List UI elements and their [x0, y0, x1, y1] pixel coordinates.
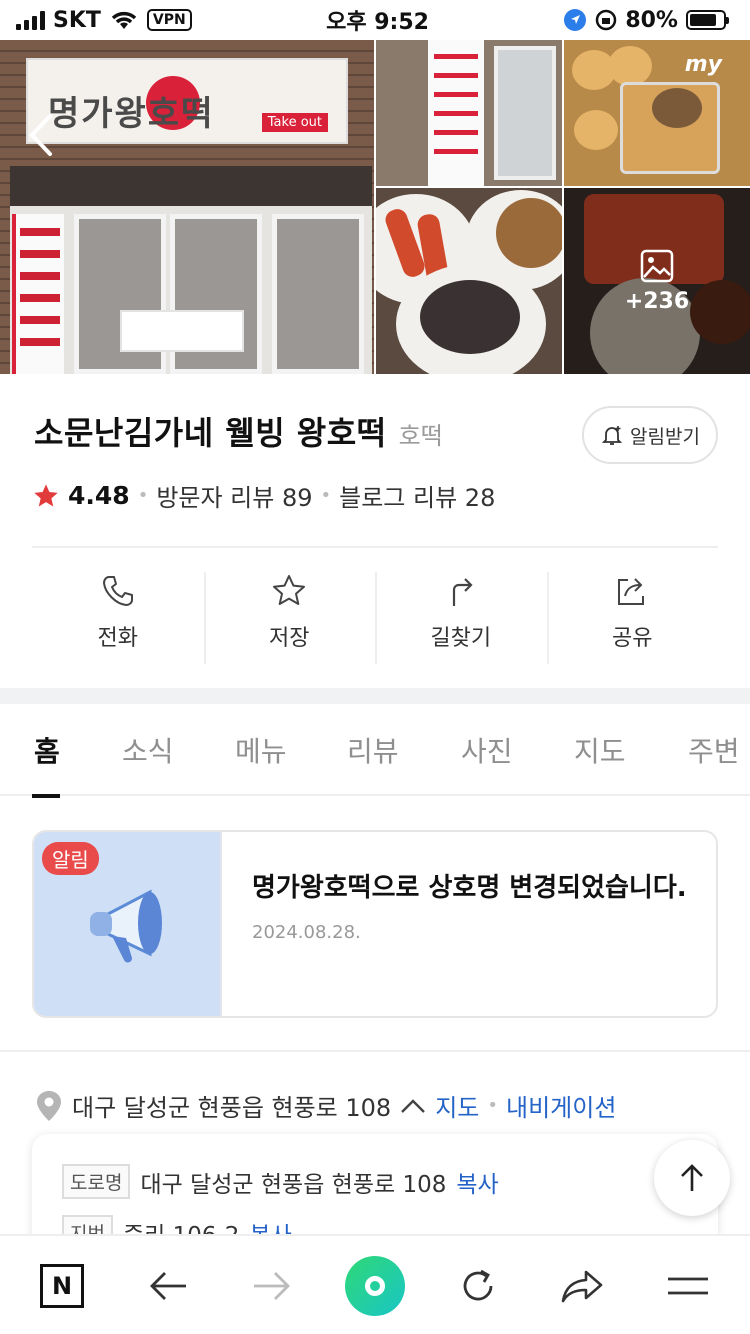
bell-plus-icon	[601, 426, 623, 445]
more-photos-count: +236	[624, 288, 690, 314]
my-label: my	[684, 52, 722, 77]
green-dot-button[interactable]	[345, 1256, 405, 1316]
browser-forward-button[interactable]	[248, 1262, 296, 1310]
share-button[interactable]: 공유	[546, 572, 719, 666]
address-text: 대구 달성군 현풍읍 현풍로 108	[72, 1094, 392, 1122]
menu-button[interactable]	[664, 1262, 712, 1310]
tab-news[interactable]: 소식	[122, 730, 174, 770]
battery-icon	[685, 10, 729, 30]
action-label: 공유	[612, 626, 653, 651]
place-name: 소문난김가네 웰빙 왕호떡	[34, 414, 387, 452]
tab-menu[interactable]: 메뉴	[235, 730, 287, 770]
share-page-button[interactable]	[558, 1262, 606, 1310]
visitor-reviews-link[interactable]: 방문자 리뷰 89	[156, 478, 312, 513]
vpn-badge: VPN	[146, 9, 192, 31]
chevron-up-icon[interactable]	[399, 1096, 427, 1116]
photo-tteokbokki[interactable]	[376, 188, 562, 374]
navigation-link[interactable]: 내비게이션	[506, 1088, 616, 1123]
photo-gallery: 명가왕호떡 Take out my +236	[0, 40, 750, 374]
subscribe-alert-button[interactable]: 알림받기	[582, 406, 718, 464]
blog-reviews-link[interactable]: 블로그 리뷰 28	[339, 478, 495, 513]
subscribe-alert-label: 알림받기	[630, 425, 700, 448]
star-icon	[273, 575, 306, 605]
action-bar: 전화 저장 길찾기 공유	[32, 572, 718, 666]
notice-title: 명가왕호떡으로 상호명 변경되었습니다.	[252, 873, 687, 903]
wifi-icon	[111, 11, 137, 29]
phone-icon	[102, 576, 133, 606]
photo-more[interactable]: +236	[564, 188, 750, 374]
tab-reviews[interactable]: 리뷰	[347, 730, 399, 770]
back-arrow-icon[interactable]	[22, 110, 62, 160]
divider	[0, 1050, 750, 1052]
address-row: 대구 달성군 현풍읍 현풍로 108 지도 • 내비게이션	[34, 1088, 616, 1123]
call-button[interactable]: 전화	[32, 572, 204, 666]
location-arrow-icon	[564, 9, 587, 31]
star-rating-icon	[34, 483, 58, 506]
notice-card[interactable]: 알림 명가왕호떡으로 상호명 변경되었습니다. 2024.08.28.	[32, 830, 718, 1018]
hamburger-menu-icon	[668, 1277, 708, 1295]
directions-icon	[452, 578, 473, 606]
tab-photos[interactable]: 사진	[461, 730, 513, 770]
photo-hotteok[interactable]: my	[564, 40, 750, 186]
shop-sign-text: 명가왕호떡	[48, 94, 215, 134]
save-button[interactable]: 저장	[203, 572, 376, 666]
battery-percent: 80%	[625, 7, 678, 33]
tab-home[interactable]: 홈	[34, 730, 60, 770]
photo-storefront[interactable]: 명가왕호떡 Take out	[0, 40, 374, 374]
naver-home-button[interactable]: N	[38, 1262, 86, 1310]
clock: 오후 9:52	[326, 10, 429, 35]
more-photos-overlay[interactable]: +236	[564, 188, 750, 374]
image-icon	[640, 249, 674, 282]
rotation-lock-icon	[596, 9, 617, 31]
scroll-to-top-button[interactable]	[654, 1140, 730, 1216]
share-arrow-icon	[561, 1270, 603, 1303]
refresh-button[interactable]	[454, 1262, 502, 1310]
carrier-label: SKT	[53, 7, 101, 33]
action-label: 길찾기	[430, 626, 492, 651]
naver-logo-icon: N	[40, 1264, 84, 1308]
road-address-value: 대구 달성군 현풍읍 현풍로 108	[140, 1171, 447, 1198]
divider	[32, 546, 718, 548]
place-category: 호떡	[398, 422, 443, 450]
tab-indicator	[32, 794, 60, 798]
photo-menu-board[interactable]	[376, 40, 562, 186]
arrow-left-icon	[150, 1272, 186, 1300]
tab-map[interactable]: 지도	[574, 730, 626, 770]
rating-value: 4.48	[68, 481, 130, 510]
action-label: 전화	[97, 626, 138, 651]
directions-button[interactable]: 길찾기	[375, 572, 547, 666]
browser-toolbar: N	[0, 1234, 750, 1334]
share-icon	[618, 578, 645, 605]
notice-date: 2024.08.28.	[252, 922, 361, 943]
section-separator	[0, 688, 750, 704]
status-bar: SKT VPN 오후 9:52 80%	[0, 0, 750, 40]
shop-sign-image: 명가왕호떡 Take out	[26, 58, 348, 144]
notice-image: 알림	[34, 832, 222, 1016]
rating-row: 4.48 • 방문자 리뷰 89 • 블로그 리뷰 28	[32, 478, 495, 513]
signal-icon	[16, 10, 45, 30]
megaphone-icon	[90, 889, 162, 963]
notice-badge: 알림	[42, 842, 99, 875]
road-address-tag: 도로명	[62, 1164, 131, 1199]
arrow-up-icon	[681, 1164, 703, 1191]
arrow-right-icon	[254, 1272, 290, 1300]
location-pin-icon	[37, 1090, 61, 1121]
copy-road-address-button[interactable]: 복사	[456, 1165, 498, 1199]
green-dot-icon	[365, 1276, 385, 1296]
map-link[interactable]: 지도	[435, 1088, 479, 1123]
tab-bar: 홈 소식 메뉴 리뷰 사진 지도 주변	[0, 704, 750, 798]
tab-nearby[interactable]: 주변	[688, 730, 740, 770]
refresh-icon	[463, 1269, 493, 1301]
browser-back-button[interactable]	[144, 1262, 192, 1310]
takeout-tag: Take out	[261, 113, 328, 132]
action-label: 저장	[269, 626, 310, 651]
